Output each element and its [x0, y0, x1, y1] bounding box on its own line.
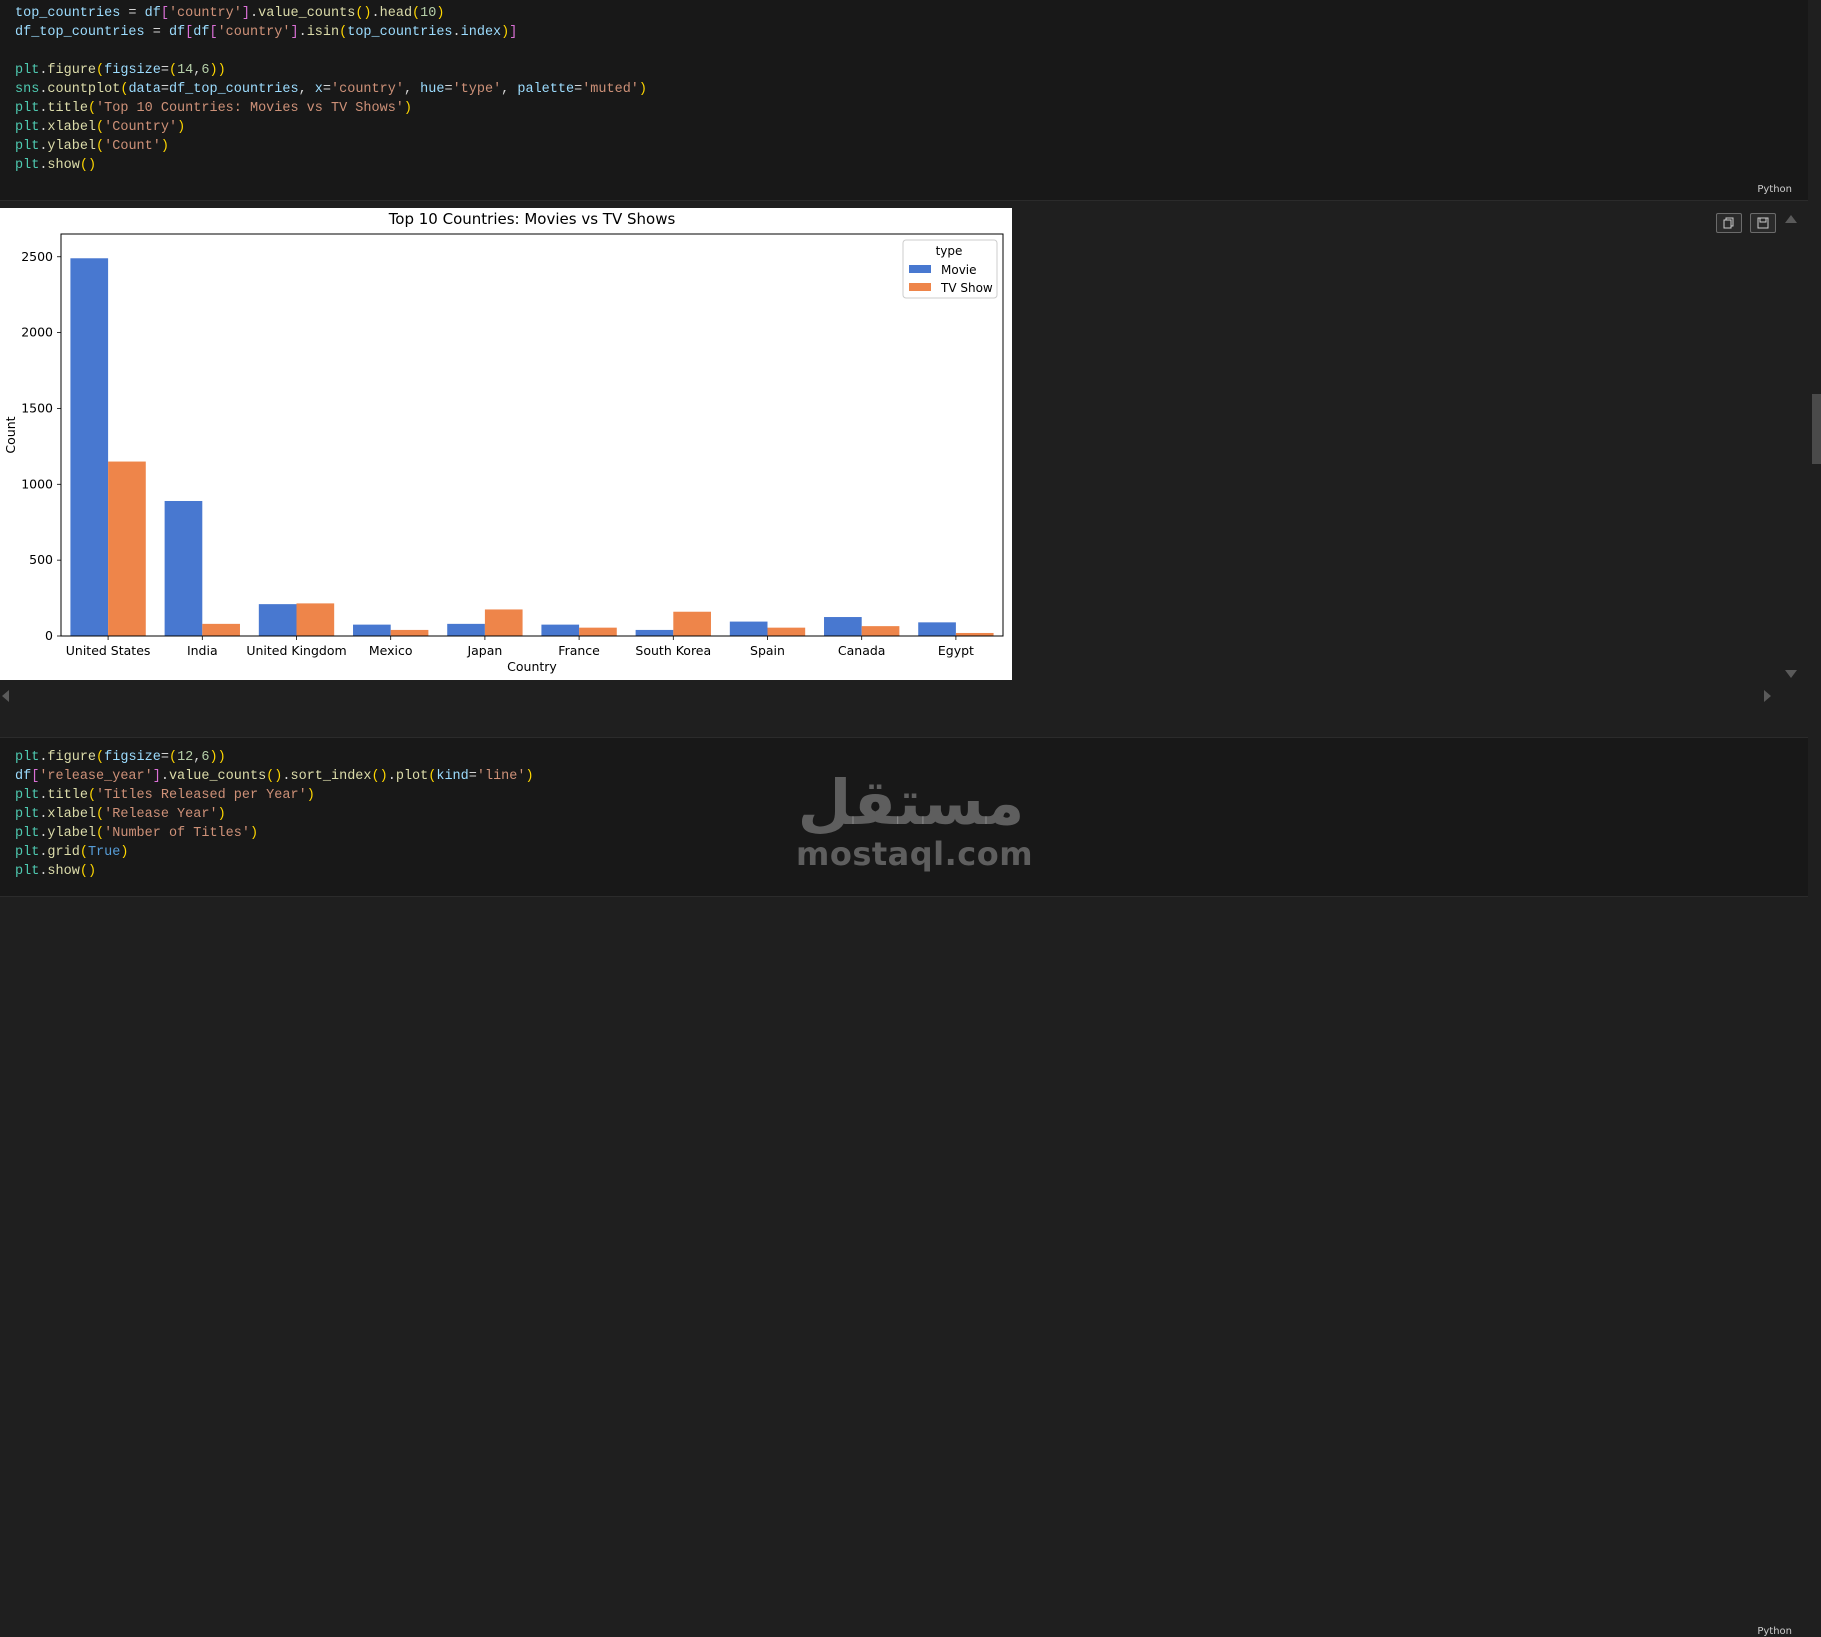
save-icon — [1757, 217, 1769, 229]
cell-language-label[interactable]: Python — [1757, 184, 1792, 195]
bar-tv-show — [579, 627, 617, 636]
legend-title: type — [936, 244, 963, 258]
bar-tv-show — [484, 609, 523, 636]
scroll-down-icon[interactable] — [1785, 670, 1797, 678]
code-line[interactable]: top_countries = df['country'].value_coun… — [15, 4, 647, 23]
code-line[interactable]: plt.show() — [15, 156, 647, 175]
x-tick-label: Mexico — [369, 643, 413, 658]
code-line[interactable] — [15, 42, 647, 61]
bar-tv-show — [390, 629, 429, 636]
y-tick-label: 2000 — [21, 325, 53, 340]
bar-movie — [729, 621, 768, 636]
bar-movie — [353, 624, 391, 636]
code-line[interactable]: plt.figure(figsize=(14,6)) — [15, 61, 647, 80]
x-tick-label: Japan — [466, 643, 502, 658]
scroll-up-icon[interactable] — [1785, 215, 1797, 223]
code-line[interactable]: plt.title('Titles Released per Year') — [15, 786, 534, 805]
bar-movie — [824, 617, 862, 636]
scroll-left-icon[interactable] — [2, 690, 9, 702]
y-tick-label: 0 — [45, 628, 53, 643]
x-tick-label: France — [558, 643, 600, 658]
x-axis-label: Country — [507, 659, 557, 674]
scroll-right-icon[interactable] — [1764, 690, 1771, 702]
code-editor[interactable]: plt.figure(figsize=(12,6)) df['release_ye… — [15, 748, 534, 881]
code-line[interactable]: plt.ylabel('Number of Titles') — [15, 824, 534, 843]
x-tick-label: United States — [66, 643, 151, 658]
y-tick-label: 2500 — [21, 249, 53, 264]
bar-tv-show — [108, 461, 146, 636]
code-line[interactable]: df['release_year'].value_counts().sort_i… — [15, 767, 534, 786]
bar-tv-show — [861, 626, 900, 636]
x-tick-label: India — [187, 643, 218, 658]
countplot-chart: Top 10 Countries: Movies vs TV Shows Unit… — [3, 210, 1004, 674]
legend-label: TV Show — [940, 281, 993, 295]
bar-movie — [70, 258, 109, 636]
bar-tv-show — [296, 603, 335, 636]
code-line[interactable]: plt.figure(figsize=(12,6)) — [15, 748, 534, 767]
bar-movie — [258, 604, 297, 636]
copy-icon — [1723, 217, 1734, 229]
code-line[interactable]: plt.xlabel('Release Year') — [15, 805, 534, 824]
chart-title: Top 10 Countries: Movies vs TV Shows — [388, 210, 676, 228]
code-cell-1[interactable]: top_countries = df['country'].value_coun… — [0, 0, 1808, 201]
code-line[interactable]: sns.countplot(data=df_top_countries, x='… — [15, 80, 647, 99]
watermark-latin: mostaql.com — [796, 835, 1034, 873]
x-tick-label: Egypt — [938, 643, 974, 658]
x-tick-label: Canada — [838, 643, 886, 658]
bar-tv-show — [767, 627, 806, 636]
plot-frame — [60, 233, 1004, 637]
save-output-button[interactable] — [1750, 213, 1776, 233]
x-tick-label: Spain — [750, 643, 785, 658]
legend-swatch — [909, 265, 931, 273]
copy-output-button[interactable] — [1716, 213, 1742, 233]
bar-tv-show — [673, 611, 711, 636]
legend-swatch — [909, 283, 931, 291]
bar-movie — [635, 629, 674, 636]
bar-movie — [447, 623, 485, 636]
x-tick-label: South Korea — [635, 643, 711, 658]
y-axis-label: Count — [3, 416, 18, 453]
watermark-arabic: مستقل — [797, 766, 1025, 839]
y-tick-label: 1000 — [21, 476, 53, 491]
cell-language-label[interactable]: Python — [1757, 1626, 1792, 1637]
bar-movie — [164, 500, 203, 636]
watermark: مستقل mostaql.com — [796, 766, 1034, 873]
x-tick-label: United Kingdom — [246, 643, 346, 658]
code-line[interactable]: plt.title('Top 10 Countries: Movies vs T… — [15, 99, 647, 118]
y-tick-label: 500 — [29, 552, 53, 567]
chart-output: Top 10 Countries: Movies vs TV Shows Unit… — [0, 208, 1012, 680]
code-line[interactable]: df_top_countries = df[df['country'].isin… — [15, 23, 647, 42]
code-line[interactable]: plt.xlabel('Country') — [15, 118, 647, 137]
cell-output: Top 10 Countries: Movies vs TV Shows Unit… — [0, 208, 1808, 688]
code-editor[interactable]: top_countries = df['country'].value_coun… — [15, 4, 647, 175]
code-line[interactable]: plt.ylabel('Count') — [15, 137, 647, 156]
code-line[interactable]: plt.show() — [15, 862, 534, 881]
bar-movie — [541, 624, 580, 636]
vertical-scrollbar[interactable] — [1812, 394, 1821, 464]
y-tick-label: 1500 — [21, 400, 53, 415]
bar-tv-show — [202, 623, 240, 636]
code-line[interactable]: plt.grid(True) — [15, 843, 534, 862]
bar-movie — [918, 622, 956, 636]
legend-label: Movie — [941, 263, 977, 277]
